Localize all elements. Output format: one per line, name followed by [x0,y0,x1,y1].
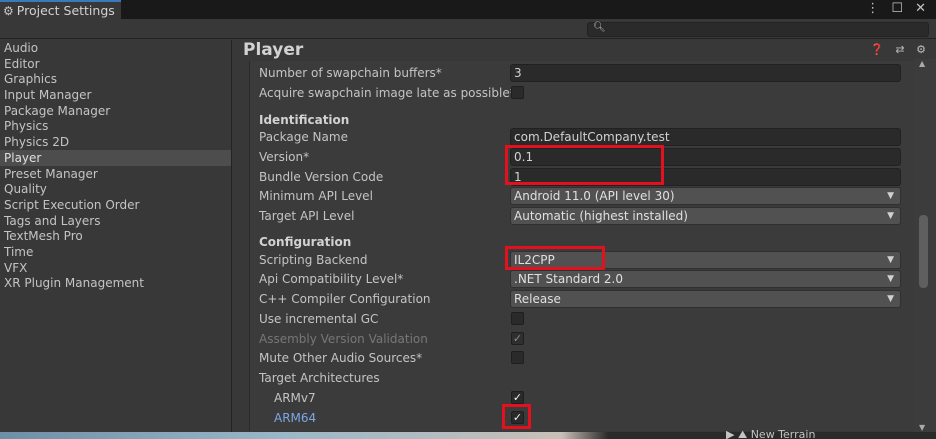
sidebar-item-graphics[interactable]: Graphics [0,71,231,87]
assembly-validation-label: Assembly Version Validation [259,332,428,346]
title-bar: ⚙ Project Settings ⋮ ☐ ✕ [0,0,936,19]
sidebar-item-tags-and-layers[interactable]: Tags and Layers [0,213,231,229]
cpp-compiler-value: Release [514,292,561,306]
min-api-level-label: Minimum API Level [259,189,373,203]
row-arm64: ARM64 ✓ [259,409,901,427]
chevron-down-icon: ▼ [887,294,894,304]
target-api-level-label: Target API Level [259,209,355,223]
row-acquire-late: Acquire swapchain image late as possible… [259,84,901,102]
scroll-thumb[interactable] [919,215,928,288]
sidebar-item-audio[interactable]: Audio [0,40,231,56]
scripting-backend-dropdown[interactable]: IL2CPP ▼ [510,251,901,269]
configuration-section: Configuration [259,233,901,251]
window-controls[interactable]: ⋮ ☐ ✕ [866,1,930,16]
bundle-version-code-field[interactable]: 1 [510,168,901,186]
api-compatibility-dropdown[interactable]: .NET Standard 2.0 ▼ [510,270,901,288]
sidebar-item-package-manager[interactable]: Package Manager [0,103,231,119]
sidebar-item-script-execution-order[interactable]: Script Execution Order [0,197,231,213]
chevron-down-icon: ▼ [887,274,894,284]
vertical-scrollbar[interactable]: ▲ ▼ [914,59,936,432]
swapchain-buffers-label: Number of swapchain buffers* [259,66,442,80]
sidebar-item-editor[interactable]: Editor [0,56,231,72]
package-name-field[interactable]: com.DefaultCompany.test [510,128,901,146]
mute-audio-checkbox[interactable] [511,351,524,364]
target-api-level-value: Automatic (highest installed) [514,209,688,223]
cpp-compiler-label: C++ Compiler Configuration [259,292,431,306]
row-assembly-validation: Assembly Version Validation ✓ [259,330,901,348]
settings-sidebar: Audio Editor Graphics Input Manager Pack… [0,40,232,439]
tab-label: Project Settings [16,3,115,18]
version-field[interactable]: 0.1 [510,148,901,166]
tab-project-settings[interactable]: ⚙ Project Settings [0,0,121,19]
armv7-label: ARMv7 [274,391,316,405]
sidebar-item-player[interactable]: Player [0,149,231,166]
package-name-label: Package Name [259,130,348,144]
incremental-gc-label: Use incremental GC [259,312,379,326]
row-cpp-compiler: C++ Compiler Configuration Release ▼ [259,290,901,308]
row-mute-audio: Mute Other Audio Sources* [259,349,901,367]
target-architectures-label: Target Architectures [259,371,380,385]
sidebar-item-time[interactable]: Time [0,244,231,260]
sidebar-item-physics[interactable]: Physics [0,118,231,134]
sidebar-item-input-manager[interactable]: Input Manager [0,87,231,103]
swapchain-buffers-field[interactable]: 3 [510,64,901,82]
row-target-api-level: Target API Level Automatic (highest inst… [259,207,901,225]
acquire-late-label: Acquire swapchain image late as possible… [259,86,516,100]
scroll-down-icon[interactable]: ▼ [919,423,925,432]
gear-icon: ⚙ [3,3,14,18]
acquire-late-checkbox[interactable] [511,86,524,99]
search-icon: 🔍︎ [593,22,606,33]
arm64-label: ARM64 [274,411,317,425]
target-api-level-dropdown[interactable]: Automatic (highest installed) ▼ [510,207,901,225]
api-compatibility-value: .NET Standard 2.0 [514,272,624,286]
incremental-gc-checkbox[interactable] [511,312,524,325]
row-scripting-backend: Scripting Backend IL2CPP ▼ [259,251,901,269]
row-armv7: ARMv7 ✓ [259,389,901,407]
cpp-compiler-dropdown[interactable]: Release ▼ [510,290,901,308]
scripting-backend-value: IL2CPP [514,253,555,267]
row-version: Version* 0.1 [259,148,901,166]
scripting-backend-label: Scripting Backend [259,253,368,267]
arm64-checkbox[interactable]: ✓ [511,411,524,424]
toolbar: 🔍︎ [0,19,936,39]
player-settings-panel: Player ❓ ⇄ ⚙ Number of swapchain buffers… [233,40,936,439]
row-bundle-version-code: Bundle Version Code 1 [259,168,901,186]
version-label: Version* [259,150,310,164]
hierarchy-item-new-terrain[interactable]: ▶ ⛰ New Terrain [726,428,815,439]
page-title: Player [243,40,304,60]
row-api-compatibility: Api Compatibility Level* .NET Standard 2… [259,270,901,288]
row-incremental-gc: Use incremental GC [259,310,901,328]
min-api-level-value: Android 11.0 (API level 30) [514,189,675,203]
sidebar-item-vfx[interactable]: VFX [0,260,231,276]
row-package-name: Package Name com.DefaultCompany.test [259,128,901,146]
api-compatibility-label: Api Compatibility Level* [259,272,404,286]
chevron-down-icon: ▼ [887,211,894,221]
identification-header: Identification [259,113,350,127]
sidebar-item-physics-2d[interactable]: Physics 2D [0,134,231,150]
sidebar-item-preset-manager[interactable]: Preset Manager [0,166,231,182]
sidebar-item-quality[interactable]: Quality [0,181,231,197]
armv7-checkbox[interactable]: ✓ [511,391,524,404]
chevron-down-icon: ▼ [887,255,894,265]
scroll-up-icon[interactable]: ▲ [919,59,925,68]
row-min-api-level: Minimum API Level Android 11.0 (API leve… [259,187,901,205]
search-input[interactable]: 🔍︎ [587,22,929,37]
mute-audio-label: Mute Other Audio Sources* [259,351,423,365]
bundle-version-code-label: Bundle Version Code [259,170,384,184]
assembly-validation-checkbox: ✓ [511,332,524,345]
configuration-header: Configuration [259,235,352,249]
row-swapchain-buffers: Number of swapchain buffers* 3 [259,64,901,82]
chevron-down-icon: ▼ [887,191,894,201]
min-api-level-dropdown[interactable]: Android 11.0 (API level 30) ▼ [510,187,901,205]
identification-section: Identification [259,111,901,129]
row-target-architectures: Target Architectures [259,369,901,387]
sidebar-item-xr-plugin-management[interactable]: XR Plugin Management [0,275,231,291]
sidebar-item-textmesh-pro[interactable]: TextMesh Pro [0,228,231,244]
title-action-icons[interactable]: ❓ ⇄ ⚙ [870,43,930,56]
